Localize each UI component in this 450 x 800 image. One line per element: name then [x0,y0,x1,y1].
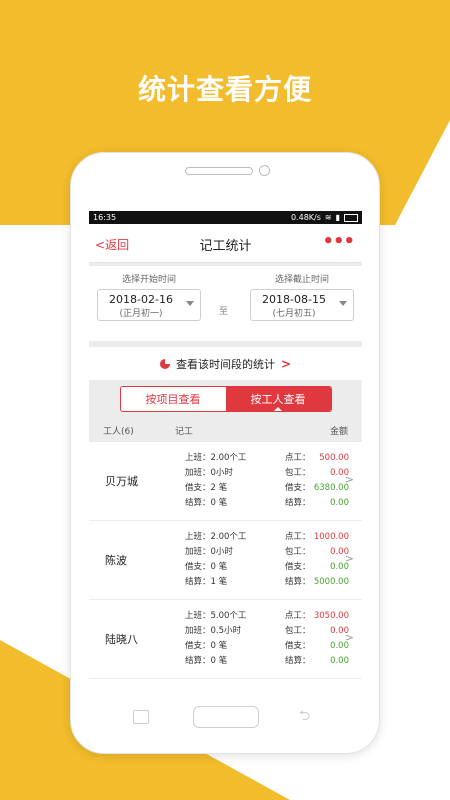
column-amount: 金额 [329,426,348,437]
end-date-value: 2018-08-15 [262,293,326,306]
view-period-stats-button[interactable]: 查看该时间段的统计 > [89,347,362,380]
amount-label: 点工： [285,453,311,463]
chevron-right-icon: > [344,473,354,486]
back-key-icon[interactable]: ⮌ [299,709,317,723]
more-icon[interactable]: ••• [322,231,355,252]
amount-label: 包工： [285,468,311,478]
amount-value: 6380.00 [313,483,349,493]
amount-label: 包工： [285,626,311,636]
record-line: 加班：0小时 [185,468,233,478]
column-worker: 工人(6) [103,426,134,437]
amount-value: 3050.00 [313,611,349,621]
worker-name: 贝万城 [105,475,138,488]
end-date-group: 选择截止时间 2018-08-15 (七月初五) [250,272,354,321]
record-summary: 上班：2.00个工 加班：0小时 借支：2 笔 结算：0 笔 [185,451,285,511]
amount-label: 点工： [285,611,311,621]
amount-label: 借支： [285,562,311,572]
worker-list: 贝万城 上班：2.00个工 加班：0小时 借支：2 笔 结算：0 笔 点工： 50… [89,442,362,693]
amount-label: 结算： [285,577,311,587]
table-row[interactable]: 贝万城 上班：2.00个工 加班：0小时 借支：2 笔 结算：0 笔 点工： 50… [89,442,362,520]
status-bar: 16:35 0.48K/s ≋ ▮ [89,211,362,224]
slogan-heading: 统计查看方便 [137,73,312,106]
amount-label: 包工： [285,547,311,557]
record-line: 上班：2.00个工 [185,453,247,463]
end-date-lunar: (七月初五) [272,309,316,319]
end-date-label: 选择截止时间 [274,275,329,285]
date-range-selector: 选择开始时间 2018-02-16 (正月初一) 至 选择截止时间 2018-0… [89,266,362,341]
record-line: 借支：0 笔 [185,562,228,572]
wifi-icon: ≋ [324,213,332,222]
tab-by-project[interactable]: 按项目查看 [121,387,226,411]
amount-summary: 点工： 1000.00 包工： 0.00 借支： 0.00 结算： 5000.00 [285,530,349,590]
chevron-right-icon: > [344,552,354,565]
home-key[interactable] [193,706,259,728]
phone-speaker [185,167,253,175]
record-line: 加班：0小时 [185,547,233,557]
record-line: 加班：0.5小时 [185,626,242,636]
amount-label: 结算： [285,498,311,508]
record-line: 上班：5.00个工 [185,611,247,621]
start-date-picker[interactable]: 2018-02-16 (正月初一) [97,289,201,321]
record-summary: 上班：2.00个工 加班：0小时 借支：0 笔 结算：1 笔 [185,530,285,590]
amount-summary: 点工： 3050.00 包工： 0.00 借支： 0.00 结算： 0.00 [285,609,349,669]
worker-name: 陆晓八 [105,633,138,646]
status-time: 16:35 [93,213,117,222]
amount-label: 点工： [285,532,311,542]
table-row-partial [89,679,362,693]
record-line: 结算：0 笔 [185,656,228,666]
table-row[interactable]: 陈波 上班：2.00个工 加班：0小时 借支：0 笔 结算：1 笔 点工： 100… [89,521,362,599]
table-row[interactable]: 陆晓八 上班：5.00个工 加班：0.5小时 借支：0 笔 结算：0 笔 点工：… [89,600,362,678]
end-date-picker[interactable]: 2018-08-15 (七月初五) [250,289,354,321]
page-title: 记工统计 [199,239,252,254]
record-line: 上班：2.00个工 [185,532,247,542]
worker-name: 陈波 [105,554,127,567]
record-line: 借支：0 笔 [185,641,228,651]
view-period-stats-label: 查看该时间段的统计 [175,357,275,371]
start-date-lunar: (正月初一) [119,309,163,319]
amount-label: 结算： [285,656,311,666]
amount-label: 借支： [285,641,311,651]
record-line: 借支：2 笔 [185,483,228,493]
start-date-label: 选择开始时间 [121,275,176,285]
amount-value: 5000.00 [313,577,349,587]
start-date-group: 选择开始时间 2018-02-16 (正月初一) [97,272,201,321]
start-date-value: 2018-02-16 [109,293,173,306]
record-line: 结算：1 笔 [185,577,228,587]
tab-by-worker[interactable]: 按工人查看 [225,387,331,411]
caret-down-icon [339,301,347,306]
date-separator: 至 [219,307,229,317]
amount-value: 0.00 [330,498,349,508]
pie-chart-icon [159,358,170,369]
amount-value: 0.00 [330,656,349,666]
caret-down-icon [186,301,194,306]
signal-icon: ▮ [335,213,340,222]
record-line: 结算：0 笔 [185,498,228,508]
network-speed: 0.48K/s [290,213,321,222]
column-record: 记工 [175,426,194,437]
chevron-right-icon: > [344,631,354,644]
view-mode-toggle-area: 按项目查看 按工人查看 [89,380,362,418]
recent-apps-key-icon[interactable] [133,710,149,724]
view-mode-toggle: 按项目查看 按工人查看 [119,386,332,412]
amount-label: 借支： [285,483,311,493]
battery-icon [344,213,358,222]
amount-value: 1000.00 [313,532,349,542]
table-header: 工人(6) 记工 金额 [89,418,362,442]
amount-value: 500.00 [319,453,349,463]
amount-summary: 点工： 500.00 包工： 0.00 借支： 6380.00 结算： 0.00 [285,451,349,511]
title-bar: <返回 记工统计 ••• [89,224,362,263]
chevron-right-icon: > [280,356,292,371]
phone-camera [259,165,270,176]
app-screen: 16:35 0.48K/s ≋ ▮ <返回 记工统计 ••• 选择开始时间 20… [89,211,362,693]
record-summary: 上班：5.00个工 加班：0.5小时 借支：0 笔 结算：0 笔 [185,609,285,669]
